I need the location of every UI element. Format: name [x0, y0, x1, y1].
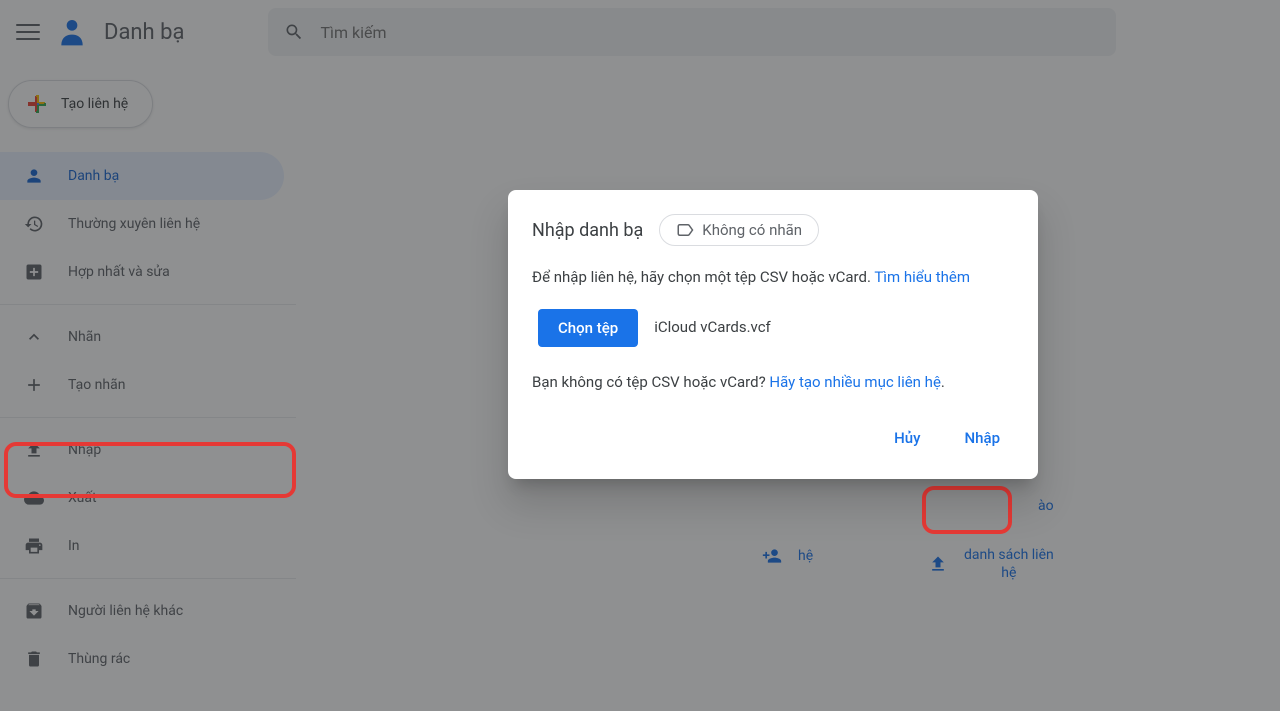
- chip-label: Không có nhãn: [702, 221, 802, 239]
- dialog-actions: Hủy Nhập: [532, 421, 1014, 455]
- label-outline-icon: [676, 221, 694, 239]
- no-label-chip[interactable]: Không có nhãn: [659, 214, 819, 246]
- create-multiple-link[interactable]: Hãy tạo nhiều mục liên hệ: [769, 373, 941, 391]
- dialog-title: Nhập danh bạ: [532, 220, 643, 241]
- import-button[interactable]: Nhập: [951, 421, 1015, 455]
- selected-file-name: iCloud vCards.vcf: [654, 316, 771, 339]
- dialog-header: Nhập danh bạ Không có nhãn: [532, 214, 1014, 246]
- learn-more-link[interactable]: Tìm hiểu thêm: [874, 268, 970, 286]
- choose-file-button[interactable]: Chọn tệp: [538, 309, 638, 347]
- dialog-body: Để nhập liên hệ, hãy chọn một tệp CSV ho…: [532, 266, 1014, 393]
- dialog-description: Để nhập liên hệ, hãy chọn một tệp CSV ho…: [532, 266, 1014, 289]
- import-dialog: Nhập danh bạ Không có nhãn Để nhập liên …: [508, 190, 1038, 479]
- cancel-button[interactable]: Hủy: [880, 421, 934, 455]
- file-row: Chọn tệp iCloud vCards.vcf: [532, 303, 1014, 353]
- dialog-no-file-text: Bạn không có tệp CSV hoặc vCard? Hãy tạo…: [532, 371, 1014, 394]
